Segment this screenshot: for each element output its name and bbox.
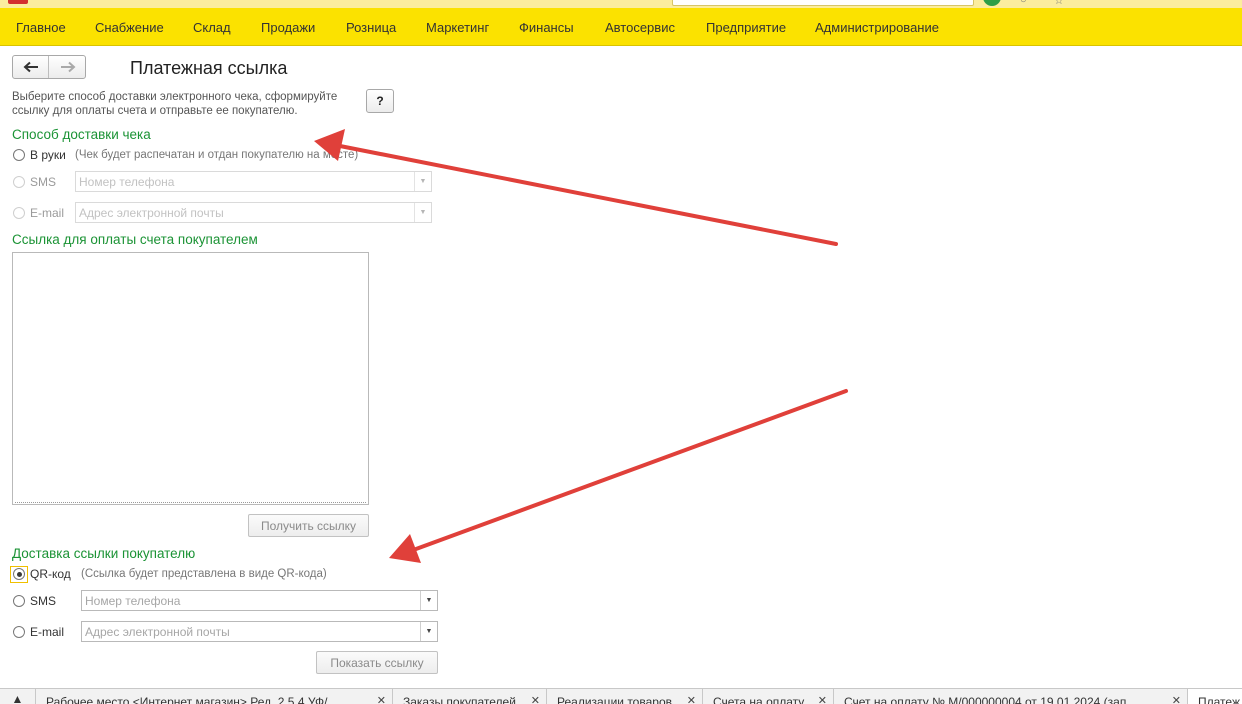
radio-delivery-email-label: E-mail [30,625,65,639]
menu-item-sales[interactable]: Продажи [261,20,315,35]
dropdown-arrow-icon[interactable]: ▼ [420,622,437,641]
link-delivery-heading: Доставка ссылки покупателю [12,546,196,561]
main-menu-bar: Главное Снабжение Склад Продажи Розница … [0,8,1242,46]
form-hint: Выберите способ доставки электронного че… [12,91,338,117]
tab-label: Рабочее место <Интернет магазин> Ред. 2.… [46,695,338,704]
close-icon[interactable]: ✕ [818,694,827,704]
app-logo [8,0,28,4]
tab-invoices[interactable]: Счета на оплату ✕ [703,689,834,704]
receipt-email-placeholder: Адрес электронной почты [79,206,224,220]
menu-item-supply[interactable]: Снабжение [95,20,164,35]
payment-link-heading: Ссылка для оплаты счета покупателем [12,232,258,247]
menu-item-warehouse[interactable]: Склад [193,20,231,35]
radio-receipt-email-label: E-mail [30,206,65,220]
navigation-buttons [12,55,86,79]
radio-receipt-email[interactable] [13,207,25,219]
radio-delivery-qr[interactable] [13,568,25,580]
menu-item-main[interactable]: Главное [16,20,66,35]
dropdown-arrow-icon[interactable]: ▼ [420,591,437,610]
radio-receipt-sms[interactable] [13,176,25,188]
delivery-phone-placeholder: Номер телефона [85,594,181,608]
delivery-email-placeholder: Адрес электронной почты [85,625,230,639]
dropdown-arrow-icon[interactable]: ▼ [414,203,431,222]
menu-item-autoservice[interactable]: Автосервис [605,20,675,35]
receipt-phone-field[interactable]: Номер телефона ▼ [75,171,432,192]
forward-button[interactable] [50,56,86,78]
menu-item-enterprise[interactable]: Предприятие [706,20,786,35]
delivery-phone-field[interactable]: Номер телефона ▼ [81,590,438,611]
radio-delivery-email[interactable] [13,626,25,638]
close-icon[interactable]: ✕ [687,694,696,704]
tab-payment-link[interactable]: Платеж... [1188,689,1242,704]
get-link-button[interactable]: Получить ссылку [248,514,369,537]
radio-receipt-hand[interactable] [13,149,25,161]
receipt-delivery-heading: Способ доставки чека [12,127,151,142]
menu-item-finance[interactable]: Финансы [519,20,574,35]
menu-item-retail[interactable]: Розница [346,20,396,35]
help-button[interactable]: ? [366,89,394,113]
global-search-input[interactable] [672,0,974,6]
receipt-email-field[interactable]: Адрес электронной почты ▼ [75,202,432,223]
close-icon[interactable]: ✕ [1172,694,1181,704]
home-icon[interactable]: ▲ [0,689,36,704]
receipt-hand-note: (Чек будет распечатан и отдан покупателю… [75,149,359,161]
arrow-left-icon [23,61,38,73]
tab-customer-orders[interactable]: Заказы покупателей ✕ [393,689,547,704]
tab-invoice-document[interactable]: Счет на оплату № М/000000004 от 19.01.20… [834,689,1188,704]
open-windows-bar: ▲ Рабочее место <Интернет магазин> Ред. … [0,688,1242,704]
tab-label: Реализации товаров [557,695,672,704]
radio-receipt-sms-label: SMS [30,175,57,189]
annotation-arrow-delivery [389,389,848,563]
favorites-icon[interactable]: ☆ [1054,0,1064,7]
radio-delivery-sms-label: SMS [30,594,57,608]
radio-delivery-sms[interactable] [13,595,25,607]
tab-label: Счета на оплату [713,695,805,704]
delivery-qr-note: (Ссылка будет представлена в виде QR-код… [81,568,327,580]
tab-workplace[interactable]: Рабочее место <Интернет магазин> Ред. 2.… [36,689,393,704]
radio-delivery-qr-label: QR-код [30,567,71,581]
tab-label: Платеж... [1198,695,1242,704]
show-link-button[interactable]: Показать ссылку [316,651,438,674]
close-icon[interactable]: ✕ [377,694,386,704]
tab-label: Заказы покупателей [403,695,516,704]
back-button[interactable] [13,56,49,78]
menu-item-marketing[interactable]: Маркетинг [426,20,489,35]
history-icon[interactable]: ○ [1020,0,1027,6]
page-title: Платежная ссылка [130,58,288,78]
tab-label: Счет на оплату № М/000000004 от 19.01.20… [844,695,1137,704]
close-icon[interactable]: ✕ [531,694,540,704]
dropdown-arrow-icon[interactable]: ▼ [414,172,431,191]
status-indicator-icon [983,0,1001,6]
textarea-divider [15,502,366,503]
receipt-phone-placeholder: Номер телефона [79,175,175,189]
delivery-email-field[interactable]: Адрес электронной почты ▼ [81,621,438,642]
payment-link-textarea[interactable] [12,252,369,505]
tab-sales-realizations[interactable]: Реализации товаров ✕ [547,689,703,704]
radio-receipt-hand-label: В руки [30,148,66,162]
menu-item-administration[interactable]: Администрирование [815,20,939,35]
title-strip: ○ ☆ [0,0,1242,8]
arrow-right-icon [61,61,76,73]
